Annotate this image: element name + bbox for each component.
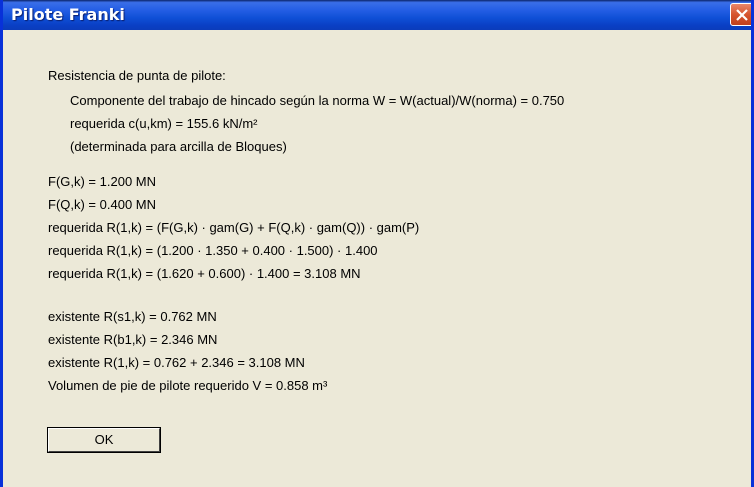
section-heading-tip-resistance: Resistencia de punta de pilote: [48, 68, 226, 83]
text-line: requerida R(1,k) = (F(G,k) · gam(G) + F(… [48, 220, 420, 235]
text-line: requerida R(1,k) = (1.200 · 1.350 + 0.40… [48, 243, 378, 258]
title-bar[interactable]: Pilote Franki [3, 0, 751, 30]
text-line: Volumen de pie de pilote requerido V = 0… [48, 378, 328, 393]
text-line: existente R(s1,k) = 0.762 MN [48, 309, 217, 324]
text-line: (determinada para arcilla de Bloques) [70, 139, 287, 154]
ok-button[interactable]: OK [47, 427, 161, 453]
close-x-icon [736, 9, 748, 21]
dialog-window: Pilote Franki Resistencia de punta de pi… [0, 0, 754, 487]
text-line: existente R(1,k) = 0.762 + 2.346 = 3.108… [48, 355, 305, 370]
text-line: requerida c(u,km) = 155.6 kN/m² [70, 116, 258, 131]
text-line: Componente del trabajo de hincado según … [70, 93, 565, 108]
window-title: Pilote Franki [11, 5, 125, 24]
close-button[interactable] [730, 3, 751, 26]
text-line: existente R(b1,k) = 2.346 MN [48, 332, 218, 347]
text-line: requerida R(1,k) = (1.620 + 0.600) · 1.4… [48, 266, 361, 281]
dialog-content: Resistencia de punta de pilote: Componen… [3, 30, 751, 487]
text-line: F(Q,k) = 0.400 MN [48, 197, 156, 212]
text-line: F(G,k) = 1.200 MN [48, 174, 156, 189]
